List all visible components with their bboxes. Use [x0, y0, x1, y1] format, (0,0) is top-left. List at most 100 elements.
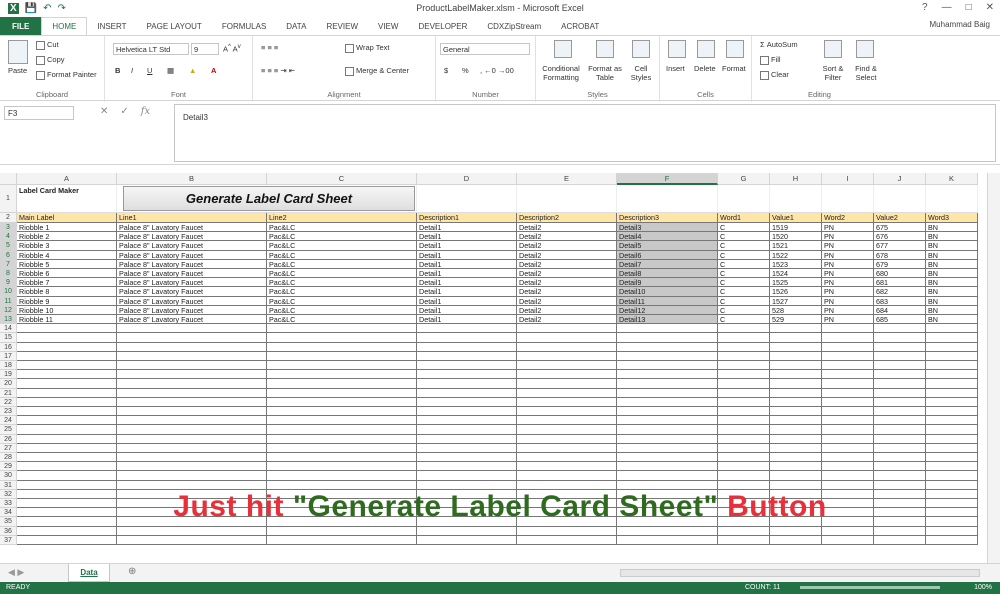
cell[interactable]: [770, 351, 822, 361]
cell[interactable]: [617, 407, 718, 417]
data-cell[interactable]: Riobble 9: [17, 296, 117, 306]
cell[interactable]: [822, 462, 874, 472]
data-cell[interactable]: Detail11: [617, 296, 718, 306]
cell[interactable]: [517, 453, 617, 463]
cell[interactable]: [417, 526, 517, 536]
cell[interactable]: [718, 185, 770, 213]
cell[interactable]: [17, 480, 117, 490]
row-header[interactable]: 26: [0, 434, 17, 444]
data-cell[interactable]: Riobble 7: [17, 278, 117, 288]
cell[interactable]: [417, 185, 517, 213]
binoculars-icon[interactable]: [856, 40, 874, 58]
sort-filter-icon[interactable]: [824, 40, 842, 58]
cell[interactable]: [267, 425, 417, 435]
data-cell[interactable]: Palace 8" Lavatory Faucet: [117, 305, 267, 315]
cell[interactable]: [17, 443, 117, 453]
data-cell[interactable]: BN: [926, 287, 978, 297]
cell[interactable]: [718, 462, 770, 472]
underline-button[interactable]: U: [147, 66, 152, 75]
cell[interactable]: [926, 397, 978, 407]
row-header[interactable]: 4: [0, 232, 17, 242]
cell[interactable]: [417, 324, 517, 334]
data-cell[interactable]: Riobble 8: [17, 287, 117, 297]
tab-formulas[interactable]: FORMULAS: [212, 17, 276, 35]
data-cell[interactable]: BN: [926, 315, 978, 325]
row-header[interactable]: 37: [0, 535, 17, 545]
cell[interactable]: [267, 379, 417, 389]
data-cell[interactable]: 683: [874, 296, 926, 306]
tab-file[interactable]: FILE: [0, 17, 42, 35]
data-cell[interactable]: 1519: [770, 223, 822, 233]
data-cell[interactable]: 1522: [770, 250, 822, 260]
cell[interactable]: [517, 388, 617, 398]
data-cell[interactable]: C: [718, 259, 770, 269]
cell[interactable]: [17, 425, 117, 435]
row-header[interactable]: 28: [0, 453, 17, 463]
cell[interactable]: [517, 480, 617, 490]
data-cell[interactable]: BN: [926, 250, 978, 260]
row-header[interactable]: 8: [0, 269, 17, 279]
row-header[interactable]: 29: [0, 462, 17, 472]
cell[interactable]: [517, 379, 617, 389]
row-header[interactable]: 19: [0, 370, 17, 380]
insert-cells-icon[interactable]: [668, 40, 686, 58]
cell[interactable]: [770, 535, 822, 545]
cell[interactable]: [718, 388, 770, 398]
row-header[interactable]: 30: [0, 471, 17, 481]
column-header-g[interactable]: G: [718, 173, 770, 185]
cell[interactable]: [517, 324, 617, 334]
cell[interactable]: [926, 425, 978, 435]
tab-acrobat[interactable]: ACROBAT: [551, 17, 609, 35]
data-cell[interactable]: Palace 8" Lavatory Faucet: [117, 259, 267, 269]
cell[interactable]: [17, 407, 117, 417]
conditional-formatting-icon[interactable]: [554, 40, 572, 58]
cell[interactable]: [117, 443, 267, 453]
cell[interactable]: [417, 480, 517, 490]
cell[interactable]: [17, 434, 117, 444]
data-cell[interactable]: 681: [874, 278, 926, 288]
cell[interactable]: [517, 416, 617, 426]
cell[interactable]: [822, 425, 874, 435]
borders-icon[interactable]: ▦: [167, 66, 174, 75]
cell[interactable]: [117, 342, 267, 352]
data-cell[interactable]: Pac&LC: [267, 287, 417, 297]
data-cell[interactable]: Pac&LC: [267, 259, 417, 269]
header-cell[interactable]: Value1: [770, 213, 822, 223]
formula-input[interactable]: Detail3: [174, 104, 996, 162]
data-cell[interactable]: Detail1: [417, 287, 517, 297]
sheet-tab-data[interactable]: Data: [68, 564, 110, 582]
tab-page-layout[interactable]: PAGE LAYOUT: [137, 17, 212, 35]
row-header[interactable]: 15: [0, 333, 17, 343]
data-cell[interactable]: C: [718, 296, 770, 306]
data-cell[interactable]: PN: [822, 241, 874, 251]
data-cell[interactable]: Detail2: [517, 305, 617, 315]
data-cell[interactable]: BN: [926, 278, 978, 288]
data-cell[interactable]: Detail1: [417, 305, 517, 315]
cell[interactable]: [617, 416, 718, 426]
data-cell[interactable]: PN: [822, 315, 874, 325]
cell[interactable]: [926, 388, 978, 398]
row-header[interactable]: 11: [0, 296, 17, 306]
data-cell[interactable]: Detail10: [617, 287, 718, 297]
fill-color-icon[interactable]: ▲: [189, 66, 196, 75]
select-all-corner[interactable]: [0, 173, 17, 185]
cell[interactable]: [267, 453, 417, 463]
cell[interactable]: [718, 453, 770, 463]
cell[interactable]: [770, 471, 822, 481]
cell[interactable]: [517, 342, 617, 352]
cell[interactable]: [926, 333, 978, 343]
cell[interactable]: [617, 471, 718, 481]
cell[interactable]: [926, 342, 978, 352]
row-header[interactable]: 16: [0, 342, 17, 352]
cell[interactable]: [617, 425, 718, 435]
cell[interactable]: [617, 388, 718, 398]
cell[interactable]: [822, 480, 874, 490]
cell[interactable]: [17, 333, 117, 343]
data-cell[interactable]: Detail2: [517, 287, 617, 297]
font-color-icon[interactable]: A: [211, 66, 216, 75]
data-cell[interactable]: Detail1: [417, 296, 517, 306]
data-cell[interactable]: Riobble 1: [17, 223, 117, 233]
header-cell[interactable]: Word3: [926, 213, 978, 223]
cell[interactable]: [822, 185, 874, 213]
row-header[interactable]: 5: [0, 241, 17, 251]
